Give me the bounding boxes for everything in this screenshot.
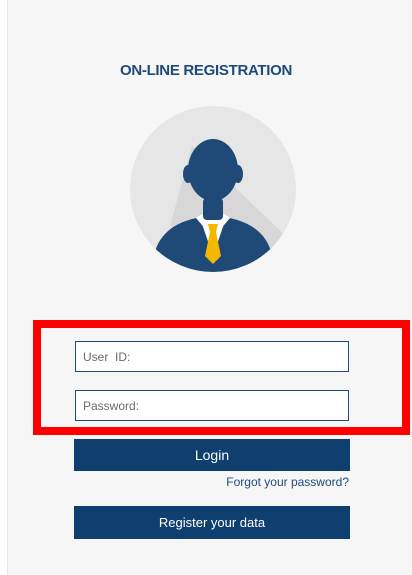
login-card <box>7 0 412 575</box>
page-title: ON-LINE REGISTRATION <box>119 62 293 79</box>
register-button[interactable]: Register your data <box>74 506 350 539</box>
user-avatar-icon <box>130 106 296 272</box>
forgot-password-link[interactable]: Forgot your password? <box>226 475 349 489</box>
login-button[interactable]: Login <box>74 439 350 471</box>
password-field[interactable] <box>75 390 349 421</box>
userid-field[interactable] <box>75 341 349 372</box>
